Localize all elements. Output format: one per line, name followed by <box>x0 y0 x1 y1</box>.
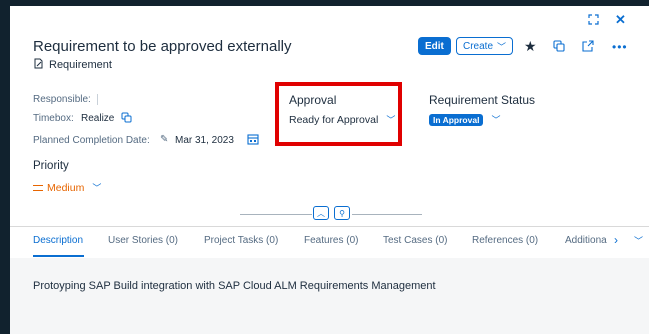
planned-completion-label: Planned Completion Date: <box>33 135 150 146</box>
edit-pencil-icon: ✎ <box>160 134 169 145</box>
status-badge: In Approval <box>429 113 484 126</box>
collapse-header-button[interactable]: ︿ <box>313 206 329 220</box>
tab-project-tasks[interactable]: Project Tasks (0) <box>204 235 278 246</box>
tab-features[interactable]: Features (0) <box>304 235 358 246</box>
timebox-value: Realize <box>81 113 115 124</box>
calendar-icon[interactable] <box>247 133 259 145</box>
header-divider <box>352 214 422 215</box>
star-icon[interactable]: ★ <box>524 38 537 55</box>
priority-select[interactable]: Medium ﹀ <box>33 181 101 194</box>
create-button[interactable]: Create ﹀ <box>456 37 514 55</box>
pin-icon: ⚲ <box>339 208 345 218</box>
create-button-label: Create <box>463 40 494 52</box>
copy-icon[interactable] <box>121 112 132 123</box>
requirement-status-select[interactable]: In Approval ﹀ <box>429 113 500 126</box>
header-divider <box>240 214 312 215</box>
responsible-value[interactable] <box>97 94 98 105</box>
description-text: Protoyping SAP Build integration with SA… <box>33 280 436 292</box>
page-title: Requirement to be approved externally <box>33 38 292 55</box>
collapse-icon: ︿ <box>317 208 325 218</box>
chevron-down-icon: ﹀ <box>491 115 501 125</box>
object-type-label: Requirement <box>49 59 112 71</box>
active-tab-indicator <box>33 255 84 257</box>
share-icon[interactable] <box>582 40 594 52</box>
requirement-icon <box>33 58 44 72</box>
priority-medium-icon <box>33 184 43 191</box>
requirement-panel: ✕ Requirement to be approved externally … <box>10 6 649 334</box>
priority-label: Priority <box>33 160 69 172</box>
object-type: Requirement <box>33 58 112 72</box>
chevron-down-icon[interactable]: ﹀ <box>634 234 643 247</box>
priority-value: Medium <box>47 181 85 194</box>
planned-completion-value: Mar 31, 2023 <box>175 135 234 146</box>
tab-description[interactable]: Description <box>33 235 83 246</box>
header-bottom-border <box>10 226 649 227</box>
responsible-label: Responsible: <box>33 94 91 105</box>
chevron-down-icon: ﹀ <box>497 41 507 52</box>
content-area <box>10 258 649 334</box>
tab-user-stories[interactable]: User Stories (0) <box>108 235 178 246</box>
fullscreen-icon[interactable] <box>588 14 599 25</box>
pin-header-button[interactable]: ⚲ <box>334 206 350 220</box>
chevron-right-icon[interactable]: › <box>614 233 618 247</box>
tab-references[interactable]: References (0) <box>472 235 538 246</box>
more-icon[interactable]: ••• <box>612 40 628 54</box>
chevron-down-icon: ﹀ <box>92 183 102 193</box>
tab-additional[interactable]: Additiona <box>565 235 610 246</box>
requirement-status-label: Requirement Status <box>429 93 536 107</box>
copy-icon[interactable] <box>553 40 565 52</box>
timebox-label: Timebox: <box>33 113 74 124</box>
edit-button[interactable]: Edit <box>418 37 451 55</box>
highlight-box <box>275 82 402 146</box>
tab-test-cases[interactable]: Test Cases (0) <box>383 235 447 246</box>
close-icon[interactable]: ✕ <box>615 12 626 28</box>
